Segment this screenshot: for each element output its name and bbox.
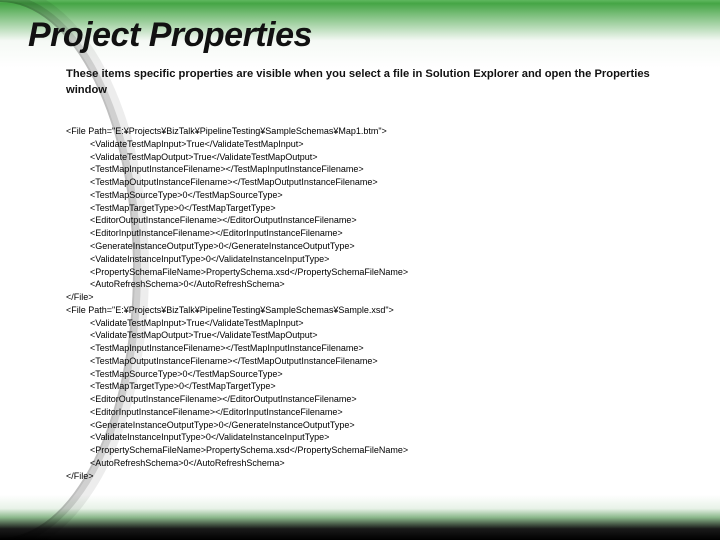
xml-code-block: <File Path="E:¥Projects¥BizTalk¥Pipeline… bbox=[66, 112, 700, 482]
slide-subtitle: These items specific properties are visi… bbox=[66, 67, 676, 98]
xml-file-open: <File Path="E:¥Projects¥BizTalk¥Pipeline… bbox=[66, 126, 387, 136]
xml-child: <TestMapTargetType>0</TestMapTargetType> bbox=[66, 380, 700, 393]
xml-child: <GenerateInstanceOutputType>0</GenerateI… bbox=[66, 240, 700, 253]
xml-child: <AutoRefreshSchema>0</AutoRefreshSchema> bbox=[66, 457, 700, 470]
xml-child: <EditorInputInstanceFilename></EditorInp… bbox=[66, 406, 700, 419]
xml-child: <PropertySchemaFileName>PropertySchema.x… bbox=[66, 266, 700, 279]
xml-child: <TestMapSourceType>0</TestMapSourceType> bbox=[66, 368, 700, 381]
xml-child: <TestMapInputInstanceFilename></TestMapI… bbox=[66, 342, 700, 355]
xml-file-close: </File> bbox=[66, 292, 94, 302]
xml-child: <ValidateTestMapOutput>True</ValidateTes… bbox=[66, 329, 700, 342]
xml-child: <TestMapSourceType>0</TestMapSourceType> bbox=[66, 189, 700, 202]
xml-child: <EditorOutputInstanceFilename></EditorOu… bbox=[66, 214, 700, 227]
xml-child: <TestMapTargetType>0</TestMapTargetType> bbox=[66, 202, 700, 215]
xml-child: <PropertySchemaFileName>PropertySchema.x… bbox=[66, 444, 700, 457]
xml-child: <TestMapOutputInstanceFilename></TestMap… bbox=[66, 355, 700, 368]
xml-child: <GenerateInstanceOutputType>0</GenerateI… bbox=[66, 419, 700, 432]
xml-child: <TestMapOutputInstanceFilename></TestMap… bbox=[66, 176, 700, 189]
xml-child: <TestMapInputInstanceFilename></TestMapI… bbox=[66, 163, 700, 176]
xml-child: <ValidateTestMapOutput>True</ValidateTes… bbox=[66, 151, 700, 164]
xml-child: <EditorOutputInstanceFilename></EditorOu… bbox=[66, 393, 700, 406]
xml-child: <AutoRefreshSchema>0</AutoRefreshSchema> bbox=[66, 278, 700, 291]
xml-child: <ValidateTestMapInput>True</ValidateTest… bbox=[66, 317, 700, 330]
xml-child: <ValidateInstanceInputType>0</ValidateIn… bbox=[66, 253, 700, 266]
slide-title: Project Properties bbox=[28, 16, 700, 55]
slide-content: Project Properties These items specific … bbox=[0, 0, 720, 483]
footer-gradient bbox=[0, 495, 720, 540]
xml-child: <ValidateInstanceInputType>0</ValidateIn… bbox=[66, 431, 700, 444]
xml-file-open: <File Path="E:¥Projects¥BizTalk¥Pipeline… bbox=[66, 305, 394, 315]
xml-file-close: </File> bbox=[66, 471, 94, 481]
xml-child: <ValidateTestMapInput>True</ValidateTest… bbox=[66, 138, 700, 151]
xml-child: <EditorInputInstanceFilename></EditorInp… bbox=[66, 227, 700, 240]
